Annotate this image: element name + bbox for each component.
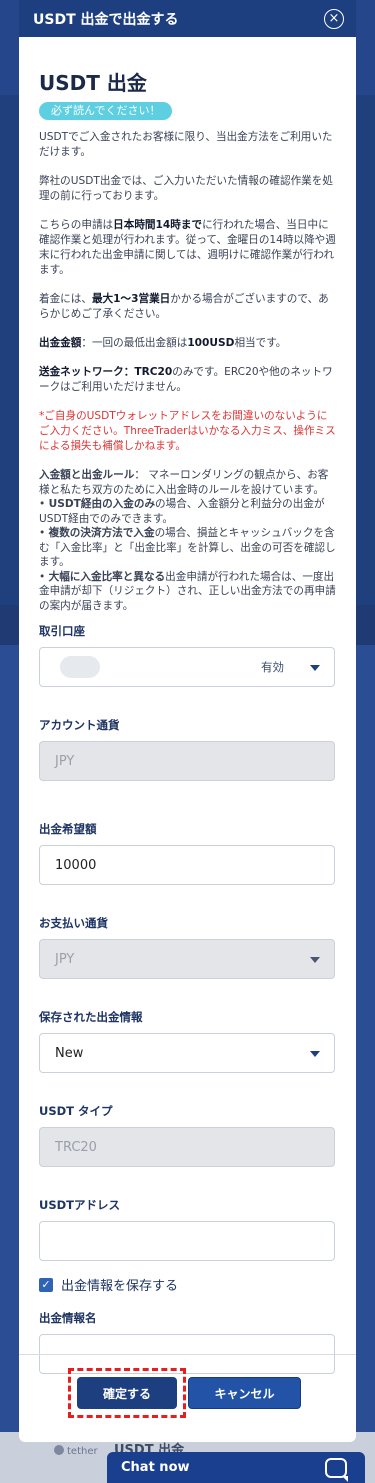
amount-label: 出金希望額 (39, 822, 97, 836)
checkbox-checked-icon[interactable]: ✓ (39, 1277, 53, 1292)
amount-input[interactable]: 10000 (39, 845, 335, 885)
account-label: 取引口座 (39, 624, 85, 638)
notice-text-part: ：一回の最低出金額は (81, 337, 188, 349)
notice-text-bold: 100USD (187, 337, 235, 349)
chevron-down-icon (310, 957, 320, 963)
notice-text-part: 相当です。 (234, 337, 287, 349)
chevron-down-icon (310, 1051, 320, 1057)
tether-logo-text: tether (67, 1446, 98, 1457)
notice-paragraph: こちらの申請は日本時間14時までに行われた場合、当日中に確認作業と処理が行われま… (39, 218, 336, 278)
bullet: • (39, 498, 49, 510)
currency-label: アカウント通貨 (39, 718, 120, 732)
account-select[interactable]: 有効 (39, 647, 335, 687)
rules-text: 入金額と出金ルール： マネーロンダリングの観点から、お客様と私たち双方のために入… (39, 468, 336, 613)
notice-text-bold: 日本時間14時まで (113, 219, 203, 231)
notice-text-part: こちらの申請は (39, 219, 114, 231)
close-icon[interactable]: × (324, 8, 344, 29)
notice-paragraph: 着金には、最大1～3営業日かかる場合がございますので、あらかじめご了承ください。 (39, 292, 336, 322)
notice-text-bold: 送金ネットワーク：TRC20 (39, 366, 173, 378)
rules-line: • 複数の決済方法で入金の場合、損益とキャッシュバックを含む「入金比率」と「出金… (39, 526, 336, 570)
page-title: USDT 出金 (39, 71, 147, 95)
saved-info-value: New (55, 1045, 84, 1061)
tether-logo: tether (54, 1445, 98, 1457)
button-row: 確定する キャンセル (19, 1368, 356, 1418)
save-info-checkbox-label[interactable]: 出金情報を保存する (61, 1275, 178, 1294)
usdt-type-label: USDT タイプ (39, 1104, 113, 1118)
notice-text-bold: 最大1～3営業日 (91, 293, 171, 305)
must-read-badge: 必ず読んでください！ (39, 102, 173, 120)
modal-content: USDT 出金 必ず読んでください！ USDTでご入金されたお客様に限り、当出金… (19, 37, 356, 1374)
account-status: 有効 (261, 660, 284, 674)
rules-text-bold: 複数の決済方法で入金 (48, 527, 155, 539)
bullet: • (39, 527, 49, 539)
bullet: • (39, 570, 49, 583)
pay-currency-label: お支払い通貨 (39, 916, 108, 930)
tether-icon (54, 1445, 64, 1455)
info-name-label: 出金情報名 (39, 1311, 97, 1325)
notice-text-bold: 出金金額 (39, 337, 82, 349)
rules-text-bold: 入金額と出金ルール (39, 469, 135, 481)
modal-header: USDT 出金で出金する × (19, 0, 356, 37)
warning-text: *ご自身のUSDTウォレットアドレスをお間違いのないようにご入力ください。Thr… (39, 410, 336, 452)
usdt-address-label: USDTアドレス (39, 1198, 121, 1212)
notice-text: USDTでご入金されたお客様に限り、当出金方法をご利用いただけます。 弊社のUS… (39, 130, 336, 454)
modal-title: USDT 出金で出金する (33, 11, 179, 28)
rules-text-bold: USDT経由の入金のみ (48, 498, 156, 510)
saved-info-select[interactable]: New (39, 1033, 335, 1073)
rules-text-bold: 大幅に入金比率と異なる (48, 570, 166, 583)
notice-paragraph: 出金金額：一回の最低出金額は100USD相当です。 (39, 336, 336, 351)
save-info-checkbox-row[interactable]: ✓ 出金情報を保存する (39, 1275, 336, 1294)
rules-line: 入金額と出金ルール： マネーロンダリングの観点から、お客様と私たち双方のために入… (39, 468, 336, 497)
notice-text-part: 着金には、 (39, 293, 92, 305)
usdt-address-input[interactable] (39, 1221, 335, 1261)
rules-line: • USDT経由の入金のみの場合、入金額分と利益分の出金がUSDT経由でのみでき… (39, 497, 336, 526)
currency-field: JPY (39, 741, 335, 781)
chat-bubble-icon[interactable] (325, 1457, 348, 1482)
notice-paragraph: 送金ネットワーク：TRC20のみです。ERC20や他のネットワークはご利用いただ… (39, 365, 336, 395)
pay-currency-select[interactable]: JPY (39, 939, 335, 979)
account-number-masked (60, 656, 100, 678)
saved-info-label: 保存された出金情報 (39, 1010, 143, 1024)
chat-now-label[interactable]: Chat now (121, 1460, 190, 1475)
withdraw-modal: USDT 出金で出金する × USDT 出金 必ず読んでください！ USDTでご… (19, 0, 356, 1442)
chat-now-bar[interactable]: Chat now (107, 1452, 365, 1483)
footer-divider (19, 1354, 356, 1355)
cancel-button[interactable]: キャンセル (188, 1377, 301, 1409)
confirm-button[interactable]: 確定する (77, 1377, 177, 1409)
rules-line: • 大幅に入金比率と異なる出金申請が行われた場合は、一度出金申請が却下（リジェク… (39, 570, 336, 614)
chevron-down-icon (310, 665, 320, 671)
notice-paragraph: USDTでご入金されたお客様に限り、当出金方法をご利用いただけます。 (39, 131, 333, 158)
notice-paragraph: 弊社のUSDT出金では、ご入力いただいた情報の確認作業を処理の前に行っております… (39, 175, 333, 202)
pay-currency-value: JPY (55, 951, 75, 967)
usdt-type-field: TRC20 (39, 1127, 335, 1167)
